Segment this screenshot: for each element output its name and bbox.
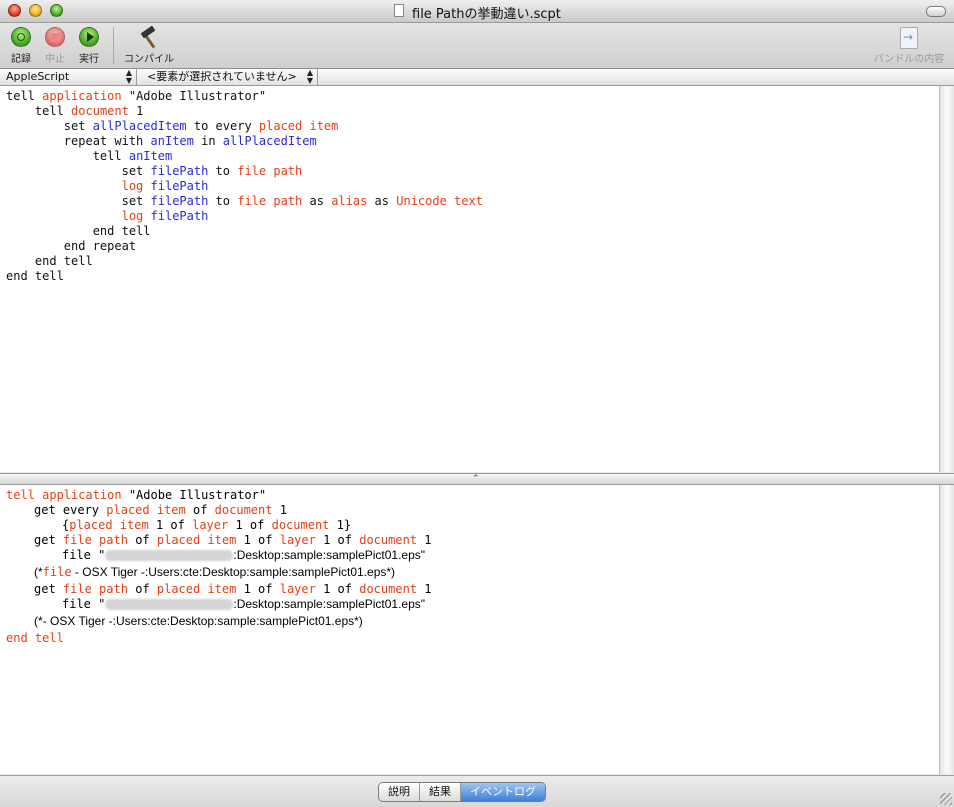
stop-label: 中止 [45, 54, 65, 65]
compile-label: コンパイル [124, 54, 174, 65]
log-line: get every placed item of document 1 [34, 503, 287, 517]
language-popup[interactable]: AppleScript ▲ ▼ [0, 69, 137, 85]
toolbar-separator [113, 27, 114, 64]
redacted-path [105, 599, 234, 610]
bundle-contents-icon [900, 27, 918, 49]
record-icon [11, 27, 31, 47]
hammer-icon [137, 25, 161, 49]
run-button[interactable]: 実行 [75, 27, 103, 65]
stop-icon [45, 27, 65, 47]
run-label: 実行 [79, 54, 99, 65]
bundle-contents-label: バンドルの内容 [873, 54, 945, 65]
close-window-button[interactable] [8, 4, 21, 17]
script-editor[interactable]: tell application "Adobe Illustrator" tel… [0, 86, 939, 472]
compile-button[interactable]: コンパイル [120, 25, 178, 65]
log-line: {placed item 1 of layer 1 of document 1} [62, 518, 352, 532]
pane-splitter[interactable]: ⌃ [0, 473, 954, 485]
toolbar-toggle-button[interactable] [926, 6, 946, 17]
splitter-grip-icon: ⌃ [472, 474, 480, 484]
record-label: 記録 [11, 54, 31, 65]
tab-event-log[interactable]: イベントログ [461, 783, 545, 801]
record-button[interactable]: 記録 [7, 27, 35, 65]
element-popup[interactable]: <要素が選択されていません> ▲ ▼ [141, 69, 318, 85]
editor-scrollbar[interactable] [939, 86, 954, 472]
navigation-bar: AppleScript ▲ ▼ <要素が選択されていません> ▲ ▼ [0, 69, 954, 86]
title-bar: file Pathの挙動違い.scpt [0, 0, 954, 23]
log-scrollbar[interactable] [939, 485, 954, 774]
event-log-pane[interactable]: tell application "Adobe Illustrator" get… [0, 485, 939, 774]
stop-button[interactable]: 中止 [41, 27, 69, 65]
run-icon [79, 27, 99, 47]
log-line: tell application "Adobe Illustrator" [6, 488, 267, 502]
zoom-window-button[interactable] [50, 4, 63, 17]
log-line: file ":Desktop:sample:samplePict01.eps" [62, 548, 426, 562]
document-proxy-icon[interactable] [394, 4, 404, 17]
minimize-window-button[interactable] [29, 4, 42, 17]
tab-description[interactable]: 説明 [379, 783, 420, 801]
log-line: (*- OSX Tiger -:Users:cte:Desktop:sample… [34, 614, 363, 628]
toolbar: 記録 中止 実行 コンパイル バンドルの内容 [0, 23, 954, 69]
log-line: end tell [6, 631, 64, 645]
resize-grip-icon[interactable] [940, 793, 952, 805]
popup-arrows-icon: ▲ ▼ [125, 68, 132, 85]
element-value: <要素が選択されていません> [147, 70, 297, 83]
log-line: file ":Desktop:sample:samplePict01.eps" [62, 597, 426, 611]
pane-tab-control[interactable]: 説明 結果 イベントログ [378, 782, 546, 802]
redacted-path [105, 550, 234, 561]
bundle-contents-button[interactable]: バンドルの内容 [870, 27, 948, 65]
log-line: (*file - OSX Tiger -:Users:cte:Desktop:s… [34, 565, 396, 579]
log-line: get file path of placed item 1 of layer … [34, 582, 432, 596]
popup-arrows-icon: ▲ ▼ [306, 68, 313, 85]
log-line: get file path of placed item 1 of layer … [34, 533, 432, 547]
tab-result[interactable]: 結果 [420, 783, 461, 801]
window-title: file Pathの挙動違い.scpt [412, 7, 561, 22]
script-text: tell application "Adobe Illustrator" tel… [6, 89, 483, 283]
language-value: AppleScript [6, 70, 70, 83]
bottom-bar: 説明 結果 イベントログ [0, 775, 954, 807]
